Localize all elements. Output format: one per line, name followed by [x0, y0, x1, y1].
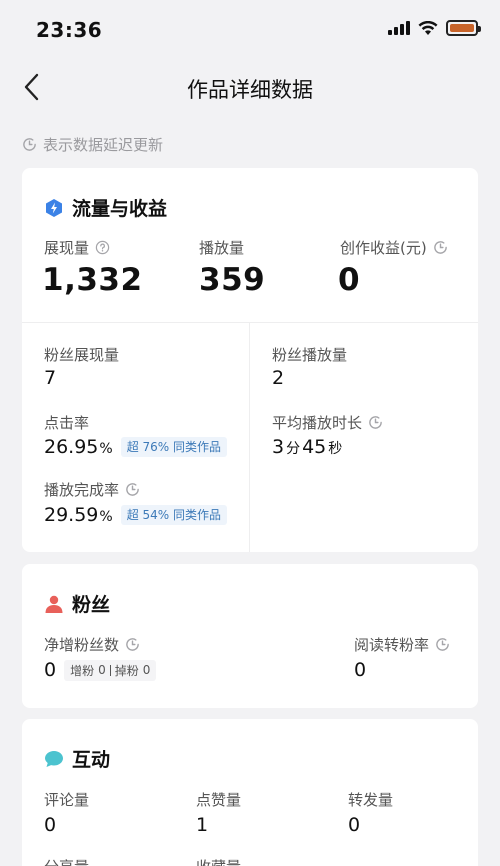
fan-impressions-label: 粉丝展现量	[44, 346, 120, 364]
clock-icon	[433, 241, 447, 254]
traffic-title: 流量与收益	[72, 198, 168, 220]
favorites-label: 收藏量	[196, 856, 241, 866]
completion-value: 29.59% 超 54% 同类作品	[44, 504, 228, 527]
plays-label: 播放量	[199, 239, 245, 257]
help-icon[interactable]	[95, 240, 110, 255]
avg-duration-value: 3 分 45 秒	[272, 436, 343, 458]
earnings-value: 0	[338, 262, 361, 298]
net-gain-label: 净增粉丝数	[44, 634, 140, 655]
lightning-icon	[46, 198, 62, 217]
conversion-value: 0	[354, 659, 367, 681]
likes-label: 点赞量	[196, 791, 242, 809]
fan-plays-label: 粉丝播放量	[272, 346, 348, 364]
fan-plays-value: 2	[272, 367, 285, 389]
comments-label: 评论量	[44, 791, 90, 809]
divider	[249, 323, 250, 552]
chat-bubble-icon	[45, 750, 63, 767]
divider	[22, 322, 478, 323]
plays-value: 359	[199, 262, 266, 298]
conversion-label: 阅读转粉率	[354, 634, 450, 655]
completion-rank-badge: 超 54% 同类作品	[120, 505, 228, 525]
comments-value: 0	[44, 814, 57, 836]
net-gain-value: 0	[44, 659, 57, 681]
ctr-value: 26.95% 超 76% 同类作品	[44, 436, 228, 459]
impressions-label: 展现量	[44, 237, 110, 258]
wifi-icon	[418, 20, 438, 35]
avg-duration-label: 平均播放时长	[272, 412, 383, 433]
fans-title: 粉丝	[72, 594, 111, 616]
battery-fill	[450, 24, 474, 32]
shares-label: 转发量	[348, 791, 394, 809]
earnings-label: 创作收益(元)	[340, 237, 448, 258]
user-icon	[45, 595, 63, 613]
delay-note-text: 表示数据延迟更新	[43, 136, 164, 154]
ctr-rank-badge: 超 76% 同类作品	[120, 437, 228, 457]
impressions-value: 1,332	[42, 262, 143, 298]
interaction-header: 互动	[44, 745, 110, 772]
battery-icon	[446, 20, 481, 36]
interaction-title: 互动	[72, 749, 111, 771]
completion-label: 播放完成率	[44, 479, 140, 500]
chip-separator	[109, 664, 111, 676]
clock-icon	[126, 483, 139, 496]
status-bar: 23:36	[0, 0, 500, 60]
nav-bar: 作品详细数据	[0, 60, 500, 116]
ctr-label: 点击率	[44, 414, 90, 432]
share-count-label: 分享量	[44, 856, 89, 866]
signal-icon	[388, 21, 410, 35]
clock-icon	[369, 416, 382, 429]
fans-card: 粉丝 净增粉丝数 0 增粉 0 掉粉 0 阅读转粉率 0	[22, 564, 478, 708]
delay-note: 表示数据延迟更新	[22, 134, 163, 155]
shares-value: 0	[348, 814, 361, 836]
traffic-card: 流量与收益 展现量 1,332 播放量 359 创作收益(元) 0 粉丝展现量 …	[22, 168, 478, 552]
clock-icon	[126, 638, 139, 651]
net-gain-row: 0 增粉 0 掉粉 0	[44, 659, 157, 681]
page-title: 作品详细数据	[187, 78, 313, 102]
fans-header: 粉丝	[44, 590, 110, 617]
fan-impressions-value: 7	[44, 367, 57, 389]
clock-icon	[436, 638, 449, 651]
clock-icon	[23, 138, 36, 151]
status-icons	[388, 20, 481, 36]
status-time: 23:36	[36, 18, 103, 42]
likes-value: 1	[196, 814, 209, 836]
gain-lose-chip: 增粉 0 掉粉 0	[64, 659, 157, 681]
interaction-card: 互动 评论量 0 点赞量 1 转发量 0 分享量 收藏量	[22, 719, 478, 866]
traffic-header: 流量与收益	[44, 194, 167, 221]
